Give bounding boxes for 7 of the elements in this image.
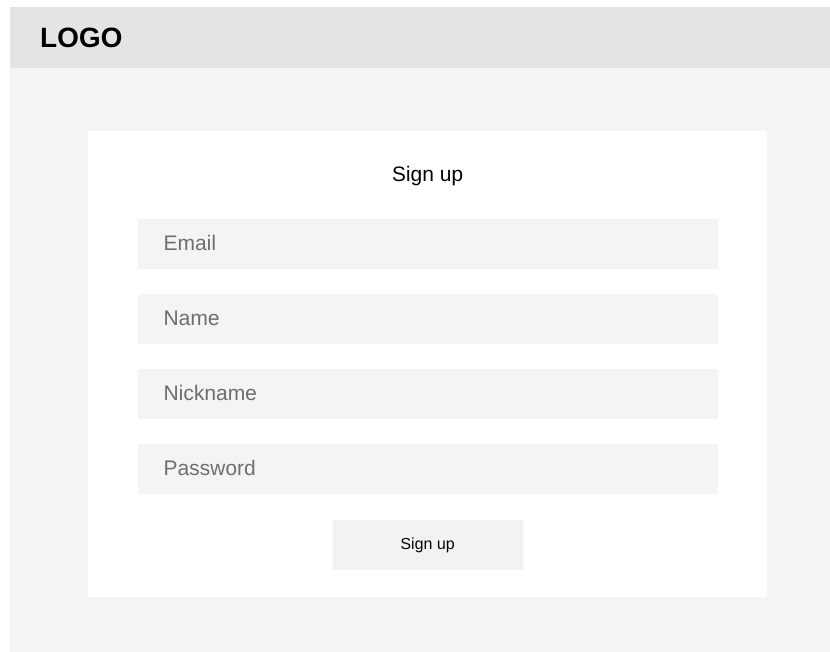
input-field[interactable]: Name: [138, 294, 718, 344]
input-field[interactable]: Nickname: [138, 369, 718, 419]
signup-button[interactable]: Sign up: [332, 520, 522, 570]
form-title: Sign up: [392, 162, 464, 188]
input-field[interactable]: Email: [138, 219, 718, 269]
input-field[interactable]: Password: [138, 444, 718, 494]
logo: LOGO: [40, 22, 122, 54]
